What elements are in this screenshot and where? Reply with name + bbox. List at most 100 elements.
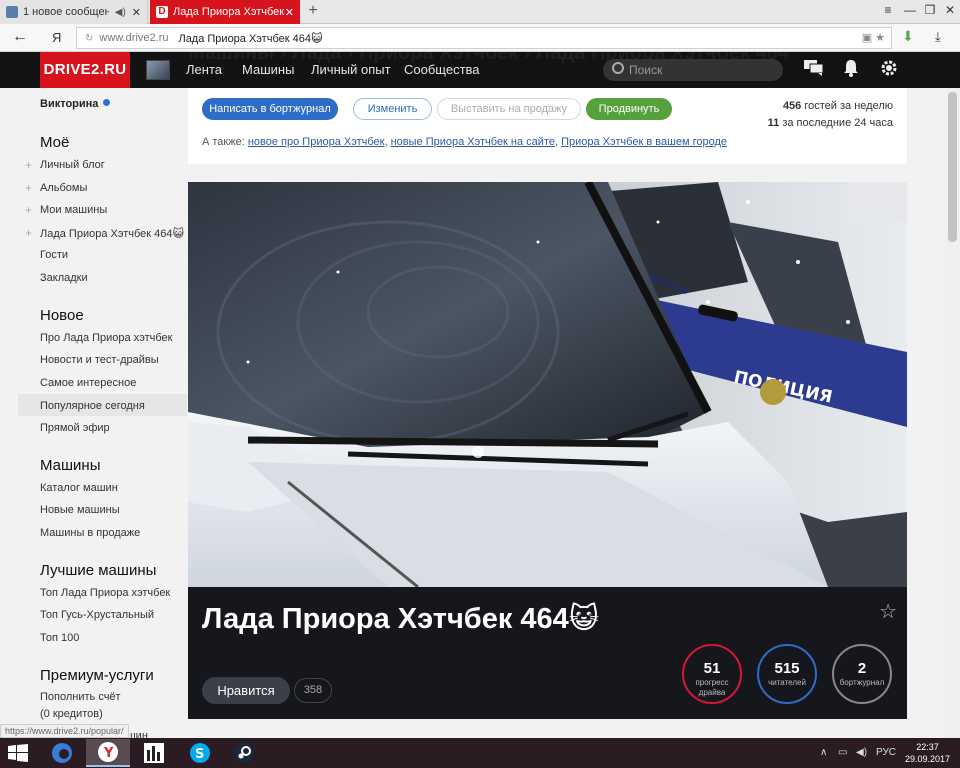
sidebar-item-my-cars[interactable]: Мои машины: [40, 204, 107, 216]
sidebar-item-guests[interactable]: Гости: [40, 249, 68, 261]
plus-icon[interactable]: +: [25, 181, 32, 195]
write-journal-button[interactable]: Написать в бортжурнал: [202, 98, 338, 120]
also-prefix: А также:: [202, 136, 245, 148]
speaker-icon[interactable]: ◀): [115, 7, 126, 18]
windows-start-icon[interactable]: [8, 744, 28, 767]
search-input[interactable]: Поиск: [603, 59, 783, 81]
sidebar-item-bookmarks[interactable]: Закладки: [40, 272, 88, 284]
sidebar-item-albums[interactable]: Альбомы: [40, 182, 87, 194]
also-link-city[interactable]: Приора Хэтчбек в вашем городе: [561, 136, 727, 148]
window-close-icon[interactable]: ✕: [940, 3, 960, 17]
status-url: https://www.drive2.ru/popular/: [0, 724, 129, 738]
sidebar-item-catalog[interactable]: Каталог машин: [40, 482, 118, 494]
page-bottom: [188, 719, 907, 738]
edit-button[interactable]: Изменить: [353, 98, 432, 120]
plus-icon[interactable]: +: [25, 226, 32, 240]
also-link-news[interactable]: новое про Приора Хэтчбек: [248, 136, 385, 148]
sidebar-item-top-up[interactable]: Пополнить счёт: [40, 691, 121, 703]
weekly-guests-count: 456: [782, 100, 802, 112]
steam-app-icon[interactable]: [222, 739, 266, 767]
star-icon[interactable]: ☆: [879, 599, 897, 624]
skype-app-icon[interactable]: S: [178, 739, 222, 767]
journal-value: 2: [857, 660, 867, 677]
edge-app-icon[interactable]: [40, 739, 84, 767]
sidebar-item-popular-today[interactable]: Популярное сегодня: [40, 400, 145, 412]
sidebar-item-about-model[interactable]: Про Лада Приора хэтчбек: [40, 332, 172, 344]
tab-drive2[interactable]: D Лада Приора Хэтчбек 46 ✕: [150, 0, 300, 24]
readers-value: 515: [774, 660, 800, 677]
weekly-guests-label: гостей за неделю: [804, 100, 893, 112]
language-indicator[interactable]: РУС: [876, 747, 896, 758]
sidebar-item-credits: (0 кредитов): [40, 708, 103, 720]
gear-icon[interactable]: [880, 59, 898, 82]
sidebar-item-top-100[interactable]: Топ 100: [40, 632, 79, 644]
volume-icon[interactable]: ◀): [856, 747, 867, 758]
bell-icon[interactable]: [843, 59, 859, 82]
bookmark-star-icon[interactable]: ▣ ★: [862, 31, 885, 44]
promote-button[interactable]: Продвинуть: [586, 98, 672, 120]
close-icon[interactable]: ✕: [132, 6, 141, 19]
messages-icon[interactable]: [804, 59, 824, 82]
back-arrow-icon[interactable]: ←: [12, 28, 28, 46]
drive2-logo[interactable]: DRIVE2.RU: [40, 52, 130, 88]
sidebar-item-news[interactable]: Новости и тест-драйвы: [40, 354, 159, 366]
progress-circle[interactable]: 51 прогресс драйва: [682, 644, 742, 704]
sidebar-item-top-city[interactable]: Топ Гусь-Хрустальный: [40, 609, 154, 621]
vk-icon: [6, 6, 18, 18]
clock-date: 29.09.2017: [905, 754, 951, 764]
sidebar-item-live[interactable]: Прямой эфир: [40, 422, 110, 434]
sidebar: Викторина Моё + Личный блог + Альбомы + …: [0, 88, 187, 742]
nav-communities[interactable]: Сообщества: [404, 62, 480, 77]
nav-personal-experience[interactable]: Личный опыт: [311, 62, 391, 77]
restore-icon[interactable]: ❐: [920, 3, 940, 17]
url-host: www.drive2.ru: [99, 32, 169, 44]
sidebar-item-for-sale[interactable]: Машины в продаже: [40, 527, 140, 539]
like-count: 358: [294, 678, 332, 703]
sidebar-item-new-cars[interactable]: Новые машины: [40, 504, 120, 516]
plus-icon[interactable]: +: [25, 203, 32, 217]
sidebar-heading-new: Новое: [40, 307, 84, 324]
yandex-button[interactable]: Я: [52, 30, 61, 45]
journal-label: бортжурнал: [839, 678, 885, 687]
also-links: А также: новое про Приора Хэтчбек, новые…: [202, 136, 728, 148]
sidebar-user[interactable]: Викторина: [40, 98, 111, 110]
nav-feed[interactable]: Лента: [186, 62, 222, 77]
sidebar-item-blog[interactable]: Личный блог: [40, 159, 105, 171]
tab-title: 1 новое сообщение: [23, 6, 109, 18]
progress-value: 51: [703, 660, 721, 677]
network-icon[interactable]: ▭: [838, 747, 847, 758]
url-field[interactable]: ↻ www.drive2.ru Лада Приора Хэтчбек 464😺…: [76, 27, 892, 49]
downloads-icon[interactable]: ⬇: [902, 28, 914, 45]
tab-messages[interactable]: 1 новое сообщение ◀) ✕: [0, 0, 148, 24]
tab-title: Лада Приора Хэтчбек 46: [173, 6, 285, 18]
car-photo[interactable]: ПОЛИЦИЯ ОН ДЕЖУРНОЙ: [188, 182, 907, 587]
sidebar-heading-best-cars: Лучшие машины: [40, 562, 157, 579]
like-button[interactable]: Нравится: [202, 677, 290, 704]
sidebar-item-car[interactable]: Лада Приора Хэтчбек 464😺: [40, 227, 184, 240]
progress-label: прогресс: [695, 678, 729, 687]
sidebar-item-top-model[interactable]: Топ Лада Приора хэтчбек: [40, 587, 170, 599]
nav-cars[interactable]: Машины: [242, 62, 294, 77]
sidebar-heading-cars: Машины: [40, 457, 101, 474]
clock[interactable]: 22:37 29.09.2017: [905, 741, 950, 765]
download-arrow-icon[interactable]: ⤓: [935, 29, 941, 45]
yandex-browser-app-icon[interactable]: Y: [86, 739, 130, 767]
new-tab-button[interactable]: +: [304, 2, 322, 20]
online-dot-icon: [103, 99, 111, 106]
sidebar-item-interesting[interactable]: Самое интересное: [40, 377, 136, 389]
also-link-new-cars[interactable]: новые Приора Хэтчбек на сайте: [391, 136, 555, 148]
scrollbar-thumb[interactable]: [948, 92, 957, 242]
plus-icon[interactable]: +: [25, 158, 32, 172]
sell-button[interactable]: Выставить на продажу: [437, 98, 581, 120]
tray-arrow-icon[interactable]: ∧: [820, 747, 827, 758]
menu-icon[interactable]: ≡: [878, 3, 898, 17]
avatar[interactable]: [146, 60, 170, 80]
sidebar-user-name: Викторина: [40, 98, 99, 110]
search-icon: [612, 62, 624, 74]
close-icon[interactable]: ✕: [285, 6, 294, 19]
chart-app-icon[interactable]: [132, 739, 176, 767]
journal-circle[interactable]: 2 бортжурнал: [832, 644, 892, 704]
readers-circle[interactable]: 515 читателей: [757, 644, 817, 704]
minimize-icon[interactable]: —: [900, 3, 920, 17]
reload-icon[interactable]: ↻: [85, 33, 93, 44]
